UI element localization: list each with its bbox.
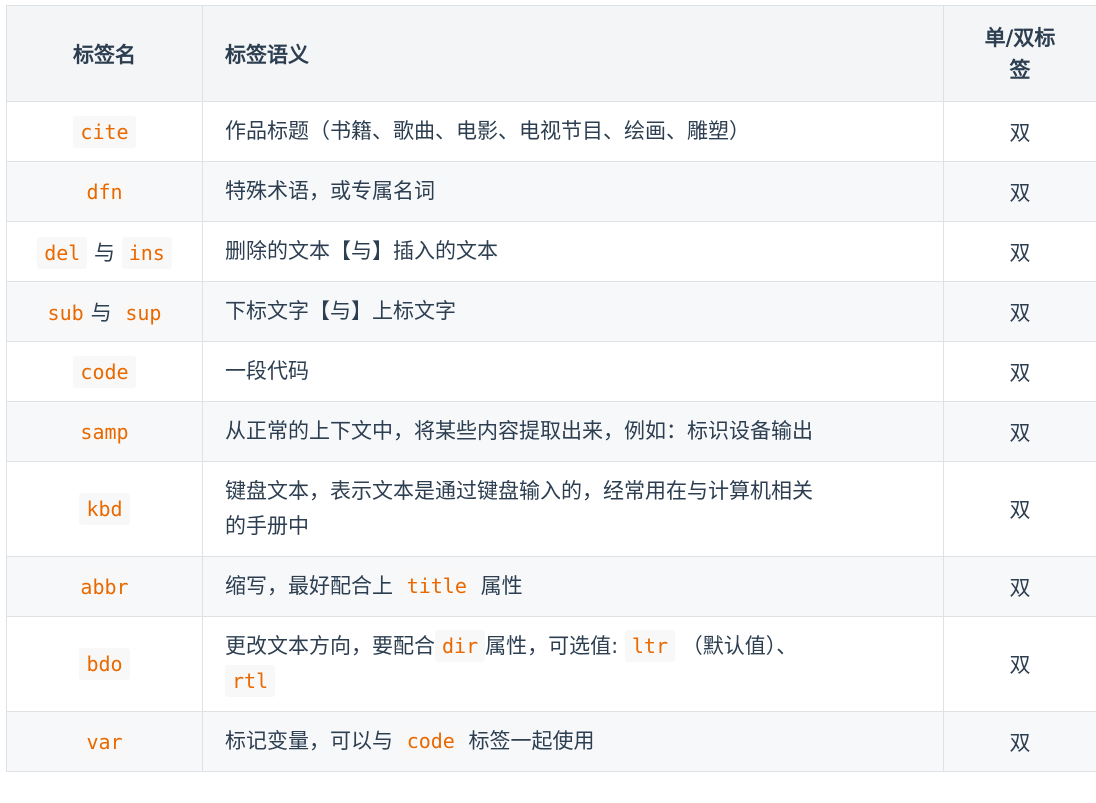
table-row: var 标记变量，可以与 code 标签一起使用 双 [6,711,1096,772]
tag-cell: dfn [6,161,203,222]
semantics-cell: 键盘文本，表示文本是通过键盘输入的，经常用在与计算机相关 的手册中 [202,461,944,557]
tag-code: abbr [73,570,136,603]
semantics-text: 缩写，最好配合上 [225,574,393,598]
semantics-cell: 删除的文本【与】插入的文本 [202,221,944,282]
tag-code: ins [121,236,172,269]
table-header-row: 标签名 标签语义 单/双标签 [6,5,1096,102]
tag-code: bdo [79,648,130,680]
kind-cell: 双 [943,221,1096,282]
tag-code: samp [73,415,136,448]
semantics-cell: 更改文本方向，要配合 dir 属性，可选值: ltr （默认值）、 rtl [202,616,944,712]
table-row: sub 与 sup 下标文字【与】上标文字 双 [6,281,1096,342]
inline-code: code [399,725,462,757]
tag-code: dfn [79,175,130,208]
table-row: dfn 特殊术语，或专属名词 双 [6,161,1096,222]
kind-cell: 双 [943,461,1096,557]
inline-code: rtl [225,665,276,697]
semantics-cell: 作品标题（书籍、歌曲、电影、电视节目、绘画、雕塑） [202,101,944,162]
tag-cell: del 与 ins [6,221,203,282]
tag-code: sup [118,296,169,329]
tag-code: var [79,725,130,758]
tag-cell: var [6,711,203,772]
kind-cell: 双 [943,161,1096,222]
tag-code: kbd [79,493,130,525]
tag-cell: code [6,341,203,402]
kind-cell: 双 [943,616,1096,712]
tag-code: del [37,236,88,269]
header-tag-name: 标签名 [6,5,203,102]
semantics-cell: 一段代码 [202,341,944,402]
inline-code: ltr [624,630,676,662]
header-single-double-line2: 签 [1009,57,1031,82]
semantics-cell: 特殊术语，或专属名词 [202,161,944,222]
table-row: bdo 更改文本方向，要配合 dir 属性，可选值: ltr （默认值）、 rtl 双 [6,616,1096,712]
table-row: samp 从正常的上下文中，将某些内容提取出来，例如：标识设备输出 双 [6,401,1096,462]
table-row: abbr 缩写，最好配合上 title 属性 双 [6,556,1096,617]
tag-cell: abbr [6,556,203,617]
tag-joiner: 与 [90,300,112,325]
inline-code: dir [435,630,486,662]
semantics-cell: 缩写，最好配合上 title 属性 [202,556,944,617]
semantics-cell: 下标文字【与】上标文字 [202,281,944,342]
header-single-double-line1: 单/双标 [984,25,1056,50]
semantics-text: （默认值）、 [681,634,798,658]
kind-cell: 双 [943,711,1096,772]
kind-cell: 双 [943,101,1096,162]
table-row: kbd 键盘文本，表示文本是通过键盘输入的，经常用在与计算机相关 的手册中 双 [6,461,1096,557]
tag-code: cite [73,115,136,148]
semantics-text: 更改文本方向，要配合 [225,634,435,658]
kind-cell: 双 [943,556,1096,617]
inline-code: title [399,570,474,602]
tag-cell: samp [6,401,203,462]
tag-cell: cite [6,101,203,162]
semantics-line: 的手册中 [225,514,309,538]
tag-code: code [73,355,136,388]
table-row: del 与 ins 删除的文本【与】插入的文本 双 [6,221,1096,282]
tag-cell: sub 与 sup [6,281,203,342]
tag-joiner: 与 [94,240,115,265]
semantics-text: 属性 [480,574,523,598]
table-row: cite 作品标题（书籍、歌曲、电影、电视节目、绘画、雕塑） 双 [6,101,1096,162]
semantics-text: 标签一起使用 [468,729,595,753]
kind-cell: 双 [943,281,1096,342]
semantics-line: 键盘文本，表示文本是通过键盘输入的，经常用在与计算机相关 [225,479,813,503]
semantics-text: 属性，可选值: [485,634,619,658]
header-single-double: 单/双标签 [943,5,1096,102]
semantics-cell: 从正常的上下文中，将某些内容提取出来，例如：标识设备输出 [202,401,944,462]
semantics-text: 标记变量，可以与 [225,729,393,753]
tag-code: sub [40,296,91,329]
kind-cell: 双 [943,401,1096,462]
header-semantics: 标签语义 [202,5,944,102]
tag-cell: kbd [6,461,203,557]
table-row: code 一段代码 双 [6,341,1096,402]
tag-cell: bdo [6,616,203,712]
kind-cell: 双 [943,341,1096,402]
semantics-cell: 标记变量，可以与 code 标签一起使用 [202,711,944,772]
html-semantic-tags-table: 标签名 标签语义 单/双标签 cite 作品标题（书籍、歌曲、电影、电视节目、绘… [6,5,1096,772]
